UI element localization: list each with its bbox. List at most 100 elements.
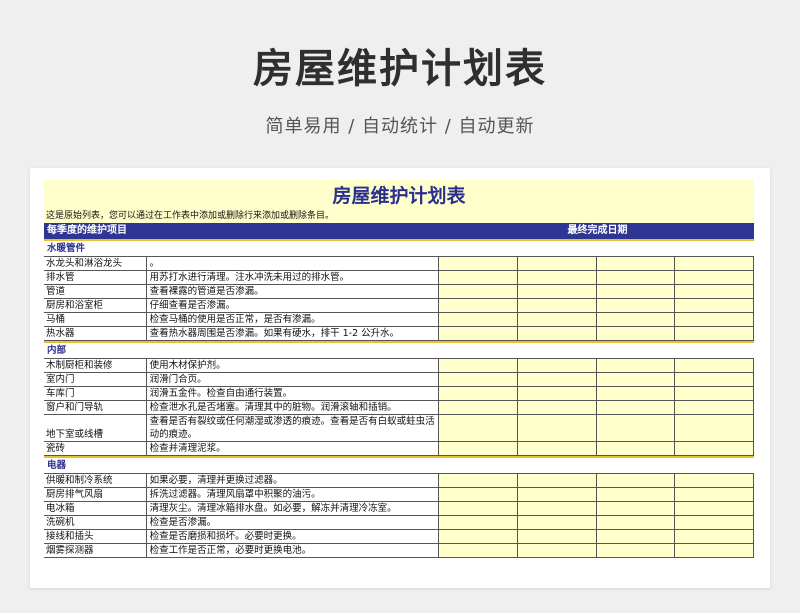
date-cell[interactable]: [518, 285, 597, 298]
description-cell[interactable]: 润滑五金件。检查自由通行装置。: [147, 387, 440, 400]
date-cell[interactable]: [518, 474, 597, 487]
date-cell[interactable]: [518, 530, 597, 543]
date-cell[interactable]: [596, 257, 676, 270]
date-cell[interactable]: [439, 271, 519, 284]
date-cell[interactable]: [675, 516, 755, 529]
date-cell[interactable]: [675, 415, 755, 441]
date-cell[interactable]: [518, 387, 597, 400]
date-cell[interactable]: [439, 285, 519, 298]
description-cell[interactable]: 检查泄水孔是否堵塞。清理其中的脏物。润滑滚轴和插销。: [147, 401, 440, 414]
item-cell[interactable]: 接线和插头: [44, 530, 147, 543]
date-cell[interactable]: [518, 516, 597, 529]
description-cell[interactable]: 检查是否渗漏。: [147, 516, 440, 529]
description-cell[interactable]: 查看是否有裂纹或任何潮湿或渗透的痕迹。查看是否有白蚁或蛀虫活动的痕迹。: [147, 415, 440, 441]
date-cell[interactable]: [596, 516, 676, 529]
description-cell[interactable]: 如果必要，清理并更换过滤器。: [147, 474, 440, 487]
date-cell[interactable]: [596, 359, 676, 372]
item-cell[interactable]: 木制厨柜和装修: [44, 359, 147, 372]
date-cell[interactable]: [518, 442, 597, 455]
date-cell[interactable]: [675, 285, 755, 298]
description-cell[interactable]: 清理灰尘。清理冰箱排水盘。如必要，解冻并清理冷冻室。: [147, 502, 440, 515]
date-cell[interactable]: [596, 373, 676, 386]
date-cell[interactable]: [596, 488, 676, 501]
item-cell[interactable]: 水龙头和淋浴龙头: [44, 257, 147, 270]
date-cell[interactable]: [518, 488, 597, 501]
date-cell[interactable]: [518, 415, 597, 441]
item-cell[interactable]: 排水管: [44, 271, 147, 284]
item-cell[interactable]: 车库门: [44, 387, 147, 400]
item-cell[interactable]: 马桶: [44, 313, 147, 326]
date-cell[interactable]: [518, 271, 597, 284]
date-cell[interactable]: [675, 257, 755, 270]
date-cell[interactable]: [596, 285, 676, 298]
description-cell[interactable]: 。: [147, 257, 440, 270]
date-cell[interactable]: [596, 474, 676, 487]
date-cell[interactable]: [439, 401, 519, 414]
date-cell[interactable]: [675, 299, 755, 312]
item-cell[interactable]: 烟雾探测器: [44, 544, 147, 557]
date-cell[interactable]: [675, 502, 755, 515]
date-cell[interactable]: [675, 359, 755, 372]
date-cell[interactable]: [596, 415, 676, 441]
item-cell[interactable]: 厨房和浴室柜: [44, 299, 147, 312]
date-cell[interactable]: [439, 299, 519, 312]
date-cell[interactable]: [518, 373, 597, 386]
date-cell[interactable]: [675, 313, 755, 326]
date-cell[interactable]: [518, 299, 597, 312]
date-cell[interactable]: [675, 544, 755, 557]
description-cell[interactable]: 使用木材保护剂。: [147, 359, 440, 372]
date-cell[interactable]: [439, 488, 519, 501]
date-cell[interactable]: [439, 516, 519, 529]
description-cell[interactable]: 仔细查看是否渗漏。: [147, 299, 440, 312]
date-cell[interactable]: [675, 442, 755, 455]
date-cell[interactable]: [439, 327, 519, 340]
description-cell[interactable]: 查看裸露的管道是否渗漏。: [147, 285, 440, 298]
description-cell[interactable]: 检查工作是否正常，必要时更换电池。: [147, 544, 440, 557]
date-cell[interactable]: [518, 257, 597, 270]
item-cell[interactable]: 管道: [44, 285, 147, 298]
date-cell[interactable]: [518, 313, 597, 326]
date-cell[interactable]: [439, 415, 519, 441]
item-cell[interactable]: 窗户和门导轨: [44, 401, 147, 414]
description-cell[interactable]: 拆洗过滤器。清理风扇罩中积聚的油污。: [147, 488, 440, 501]
date-cell[interactable]: [596, 271, 676, 284]
description-cell[interactable]: 检查并清理泥浆。: [147, 442, 440, 455]
date-cell[interactable]: [439, 257, 519, 270]
item-cell[interactable]: 室内门: [44, 373, 147, 386]
date-cell[interactable]: [439, 373, 519, 386]
date-cell[interactable]: [439, 442, 519, 455]
date-cell[interactable]: [518, 502, 597, 515]
date-cell[interactable]: [596, 502, 676, 515]
date-cell[interactable]: [596, 327, 676, 340]
date-cell[interactable]: [439, 544, 519, 557]
date-cell[interactable]: [596, 530, 676, 543]
item-cell[interactable]: 电冰箱: [44, 502, 147, 515]
date-cell[interactable]: [439, 474, 519, 487]
description-cell[interactable]: 润滑门合页。: [147, 373, 440, 386]
item-cell[interactable]: 供暖和制冷系统: [44, 474, 147, 487]
date-cell[interactable]: [439, 313, 519, 326]
date-cell[interactable]: [518, 544, 597, 557]
item-cell[interactable]: 瓷砖: [44, 442, 147, 455]
date-cell[interactable]: [675, 488, 755, 501]
date-cell[interactable]: [518, 401, 597, 414]
item-cell[interactable]: 厨房排气风扇: [44, 488, 147, 501]
date-cell[interactable]: [596, 313, 676, 326]
date-cell[interactable]: [675, 401, 755, 414]
date-cell[interactable]: [675, 387, 755, 400]
description-cell[interactable]: 检查是否磨损和损坏。必要时更换。: [147, 530, 440, 543]
date-cell[interactable]: [596, 401, 676, 414]
date-cell[interactable]: [596, 387, 676, 400]
description-cell[interactable]: 查看热水器周围是否渗漏。如果有硬水，排干 1-2 公升水。: [147, 327, 440, 340]
date-cell[interactable]: [439, 387, 519, 400]
date-cell[interactable]: [675, 530, 755, 543]
date-cell[interactable]: [439, 530, 519, 543]
date-cell[interactable]: [596, 544, 676, 557]
date-cell[interactable]: [675, 327, 755, 340]
date-cell[interactable]: [596, 299, 676, 312]
date-cell[interactable]: [518, 359, 597, 372]
description-cell[interactable]: 用苏打水进行清理。注水冲洗未用过的排水管。: [147, 271, 440, 284]
date-cell[interactable]: [675, 373, 755, 386]
date-cell[interactable]: [675, 271, 755, 284]
date-cell[interactable]: [596, 442, 676, 455]
